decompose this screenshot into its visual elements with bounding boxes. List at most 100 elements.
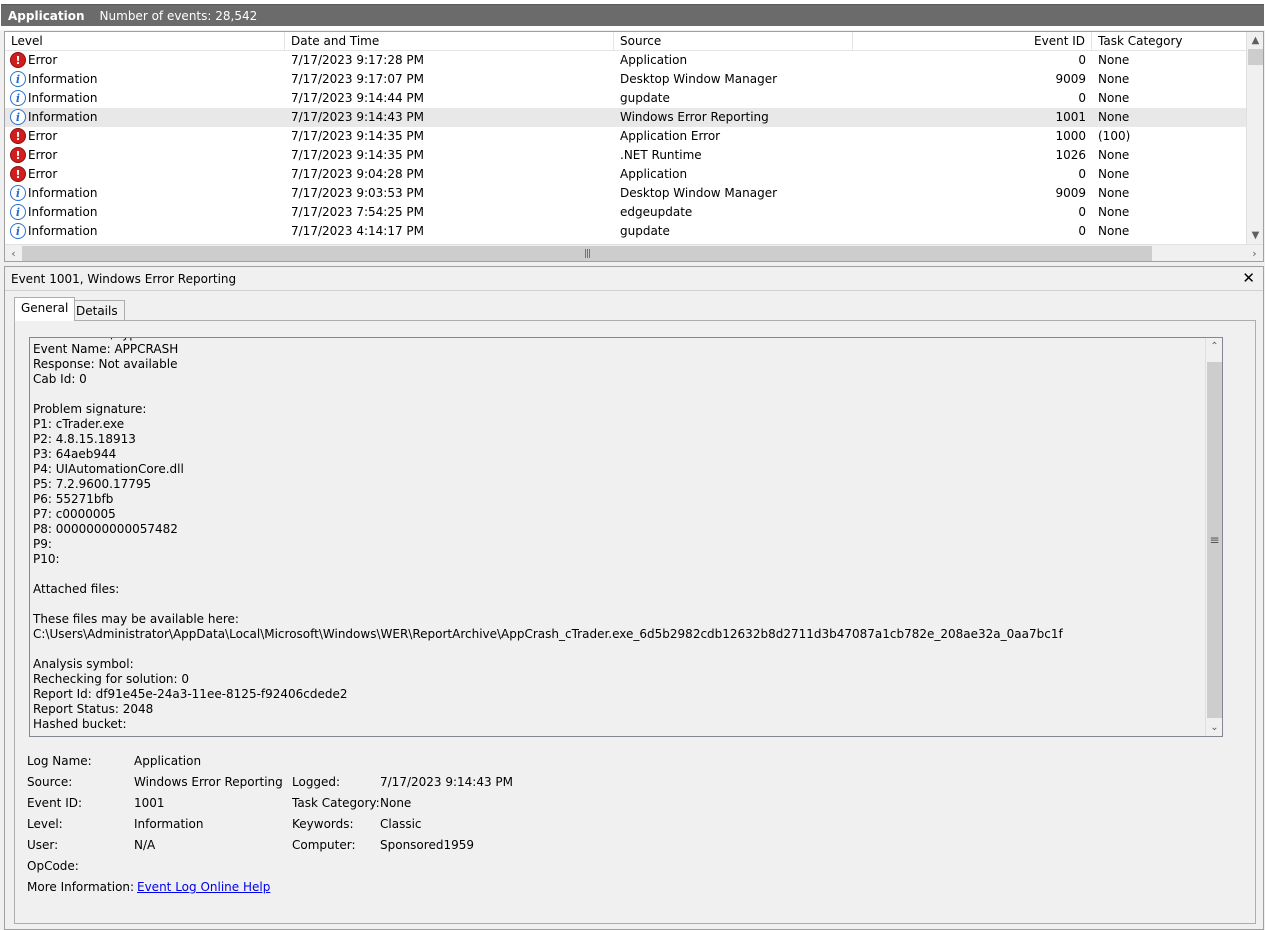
source-cell: Desktop Window Manager bbox=[620, 186, 778, 200]
logged-value: 7/17/2023 9:14:43 PM bbox=[380, 775, 514, 789]
source-cell: Application bbox=[620, 53, 688, 67]
error-icon: ! bbox=[10, 52, 26, 68]
task-category-cell: None bbox=[1098, 167, 1130, 181]
level-cell: Error bbox=[28, 129, 58, 143]
keywords-value: Classic bbox=[380, 817, 422, 831]
task-category-cell: None bbox=[1098, 186, 1130, 200]
description-vertical-scrollbar[interactable]: ⌃ ≡ ⌄ bbox=[1205, 338, 1222, 736]
source-cell: gupdate bbox=[620, 224, 670, 238]
task-category-cell: None bbox=[1098, 91, 1130, 105]
level-cell: Information bbox=[28, 72, 98, 86]
column-header-event-id[interactable]: Event ID bbox=[853, 32, 1092, 51]
scroll-right-icon[interactable]: › bbox=[1246, 245, 1263, 261]
user-label: User: bbox=[27, 838, 59, 852]
computer-label: Computer: bbox=[292, 838, 356, 852]
event-id-value: 1001 bbox=[134, 796, 165, 810]
event-row[interactable]: ! Error 7/17/2023 9:04:28 PM Application 0 No… bbox=[5, 165, 1247, 184]
task-category-label: Task Category: bbox=[292, 796, 380, 810]
description-line: Response: Not available bbox=[33, 357, 178, 371]
event-id-cell: 0 bbox=[1078, 53, 1086, 67]
event-row[interactable]: i Information 7/17/2023 9:03:53 PM Desktop … bbox=[5, 184, 1247, 203]
task-category-cell: None bbox=[1098, 110, 1130, 124]
scroll-down-icon[interactable]: ▼ bbox=[1247, 227, 1263, 244]
scroll-up-icon[interactable]: ⌃ bbox=[1206, 338, 1222, 355]
event-id-cell: 9009 bbox=[1055, 186, 1086, 200]
date-time-cell: 7/17/2023 9:17:07 PM bbox=[291, 72, 425, 86]
event-description[interactable]: Fault bucket , type 0Event Name: APPCRAS… bbox=[29, 337, 1223, 737]
level-value: Information bbox=[134, 817, 204, 831]
source-cell: edgeupdate bbox=[620, 205, 693, 219]
event-id-cell: 0 bbox=[1078, 91, 1086, 105]
event-id-cell: 0 bbox=[1078, 167, 1086, 181]
event-list[interactable]: Level Date and Time Source Event ID Task… bbox=[4, 31, 1264, 262]
column-header-source[interactable]: Source bbox=[614, 32, 853, 51]
date-time-cell: 7/17/2023 9:14:43 PM bbox=[291, 110, 425, 124]
description-line: P6: 55271bfb bbox=[33, 492, 114, 506]
scroll-left-icon[interactable]: ‹ bbox=[5, 245, 22, 261]
event-row[interactable]: ! Error 7/17/2023 9:17:28 PM Application 0 No… bbox=[5, 51, 1247, 70]
description-line: P8: 0000000000057482 bbox=[33, 522, 178, 536]
error-icon: ! bbox=[10, 166, 26, 182]
log-name-label: Log Name: bbox=[27, 754, 92, 768]
date-time-cell: 7/17/2023 9:03:53 PM bbox=[291, 186, 425, 200]
info-icon: i bbox=[10, 185, 26, 201]
level-cell: Error bbox=[28, 167, 58, 181]
event-row[interactable]: i Information 7/17/2023 9:17:07 PM Desktop … bbox=[5, 70, 1247, 89]
column-header-level[interactable]: Level bbox=[5, 32, 285, 51]
event-list-horizontal-scrollbar[interactable]: ‹ ||| › bbox=[5, 244, 1263, 261]
tab-details[interactable]: Details bbox=[69, 300, 125, 321]
description-line: P3: 64aeb944 bbox=[33, 447, 117, 461]
details-title: Event 1001, Windows Error Reporting bbox=[11, 272, 237, 286]
scroll-thumb[interactable]: ≡ bbox=[1207, 362, 1222, 718]
description-line bbox=[33, 567, 1203, 582]
source-value: Windows Error Reporting bbox=[134, 775, 283, 789]
date-time-cell: 7/17/2023 9:14:35 PM bbox=[291, 148, 425, 162]
event-id-cell: 9009 bbox=[1055, 72, 1086, 86]
date-time-cell: 7/17/2023 9:17:28 PM bbox=[291, 53, 425, 67]
date-time-cell: 7/17/2023 7:54:25 PM bbox=[291, 205, 425, 219]
scroll-down-icon[interactable]: ⌄ bbox=[1206, 719, 1222, 736]
description-line: Report Status: 2048 bbox=[33, 702, 154, 716]
event-id-cell: 0 bbox=[1078, 205, 1086, 219]
opcode-label: OpCode: bbox=[27, 859, 79, 873]
event-id-cell: 1001 bbox=[1055, 110, 1086, 124]
date-time-cell: 7/17/2023 9:14:35 PM bbox=[291, 129, 425, 143]
scroll-thumb[interactable] bbox=[1248, 49, 1263, 65]
event-id-cell: 0 bbox=[1078, 224, 1086, 238]
column-header-task-category[interactable]: Task Category bbox=[1092, 32, 1247, 51]
event-log-online-help-link[interactable]: Event Log Online Help bbox=[137, 880, 270, 894]
source-cell: .NET Runtime bbox=[620, 148, 702, 162]
log-title-strip: Application Number of events: 28,542 bbox=[1, 4, 1264, 26]
column-header-date-time[interactable]: Date and Time bbox=[285, 32, 614, 51]
description-line: P2: 4.8.15.18913 bbox=[33, 432, 136, 446]
keywords-label: Keywords: bbox=[292, 817, 354, 831]
event-row[interactable]: i Information 7/17/2023 9:14:43 PM Windows … bbox=[5, 108, 1247, 127]
level-cell: Information bbox=[28, 110, 98, 124]
description-line: Problem signature: bbox=[33, 402, 147, 416]
event-row[interactable]: ! Error 7/17/2023 9:14:35 PM .NET Runtime 10… bbox=[5, 146, 1247, 165]
event-id-cell: 1000 bbox=[1055, 129, 1086, 143]
event-list-vertical-scrollbar[interactable]: ▲ ▼ bbox=[1246, 32, 1263, 244]
description-line: Analysis symbol: bbox=[33, 657, 138, 671]
close-icon[interactable]: ✕ bbox=[1242, 269, 1255, 287]
tab-general[interactable]: General bbox=[14, 297, 76, 321]
error-icon: ! bbox=[10, 147, 26, 163]
description-line: P7: c0000005 bbox=[33, 507, 116, 521]
task-category-cell: None bbox=[1098, 53, 1130, 67]
level-cell: Error bbox=[28, 53, 58, 67]
logged-label: Logged: bbox=[292, 775, 341, 789]
source-cell: Desktop Window Manager bbox=[620, 72, 778, 86]
event-row[interactable]: i Information 7/17/2023 7:54:25 PM edgeupda… bbox=[5, 203, 1247, 222]
source-cell: Windows Error Reporting bbox=[620, 110, 769, 124]
scroll-up-icon[interactable]: ▲ bbox=[1247, 32, 1263, 49]
source-cell: gupdate bbox=[620, 91, 670, 105]
horizontal-scroll-thumb[interactable]: ||| bbox=[22, 246, 1152, 261]
event-row[interactable]: ! Error 7/17/2023 9:14:35 PM Application Er… bbox=[5, 127, 1247, 146]
task-category-cell: None bbox=[1098, 148, 1130, 162]
log-name-value: Application bbox=[134, 754, 202, 768]
event-row[interactable]: i Information 7/17/2023 9:14:44 PM gupdate 0… bbox=[5, 89, 1247, 108]
task-category-cell: None bbox=[1098, 205, 1130, 219]
event-row[interactable]: i Information 7/17/2023 4:14:17 PM gupdate 0… bbox=[5, 222, 1247, 241]
description-line: Attached files: bbox=[33, 582, 120, 596]
date-time-cell: 7/17/2023 9:04:28 PM bbox=[291, 167, 425, 181]
